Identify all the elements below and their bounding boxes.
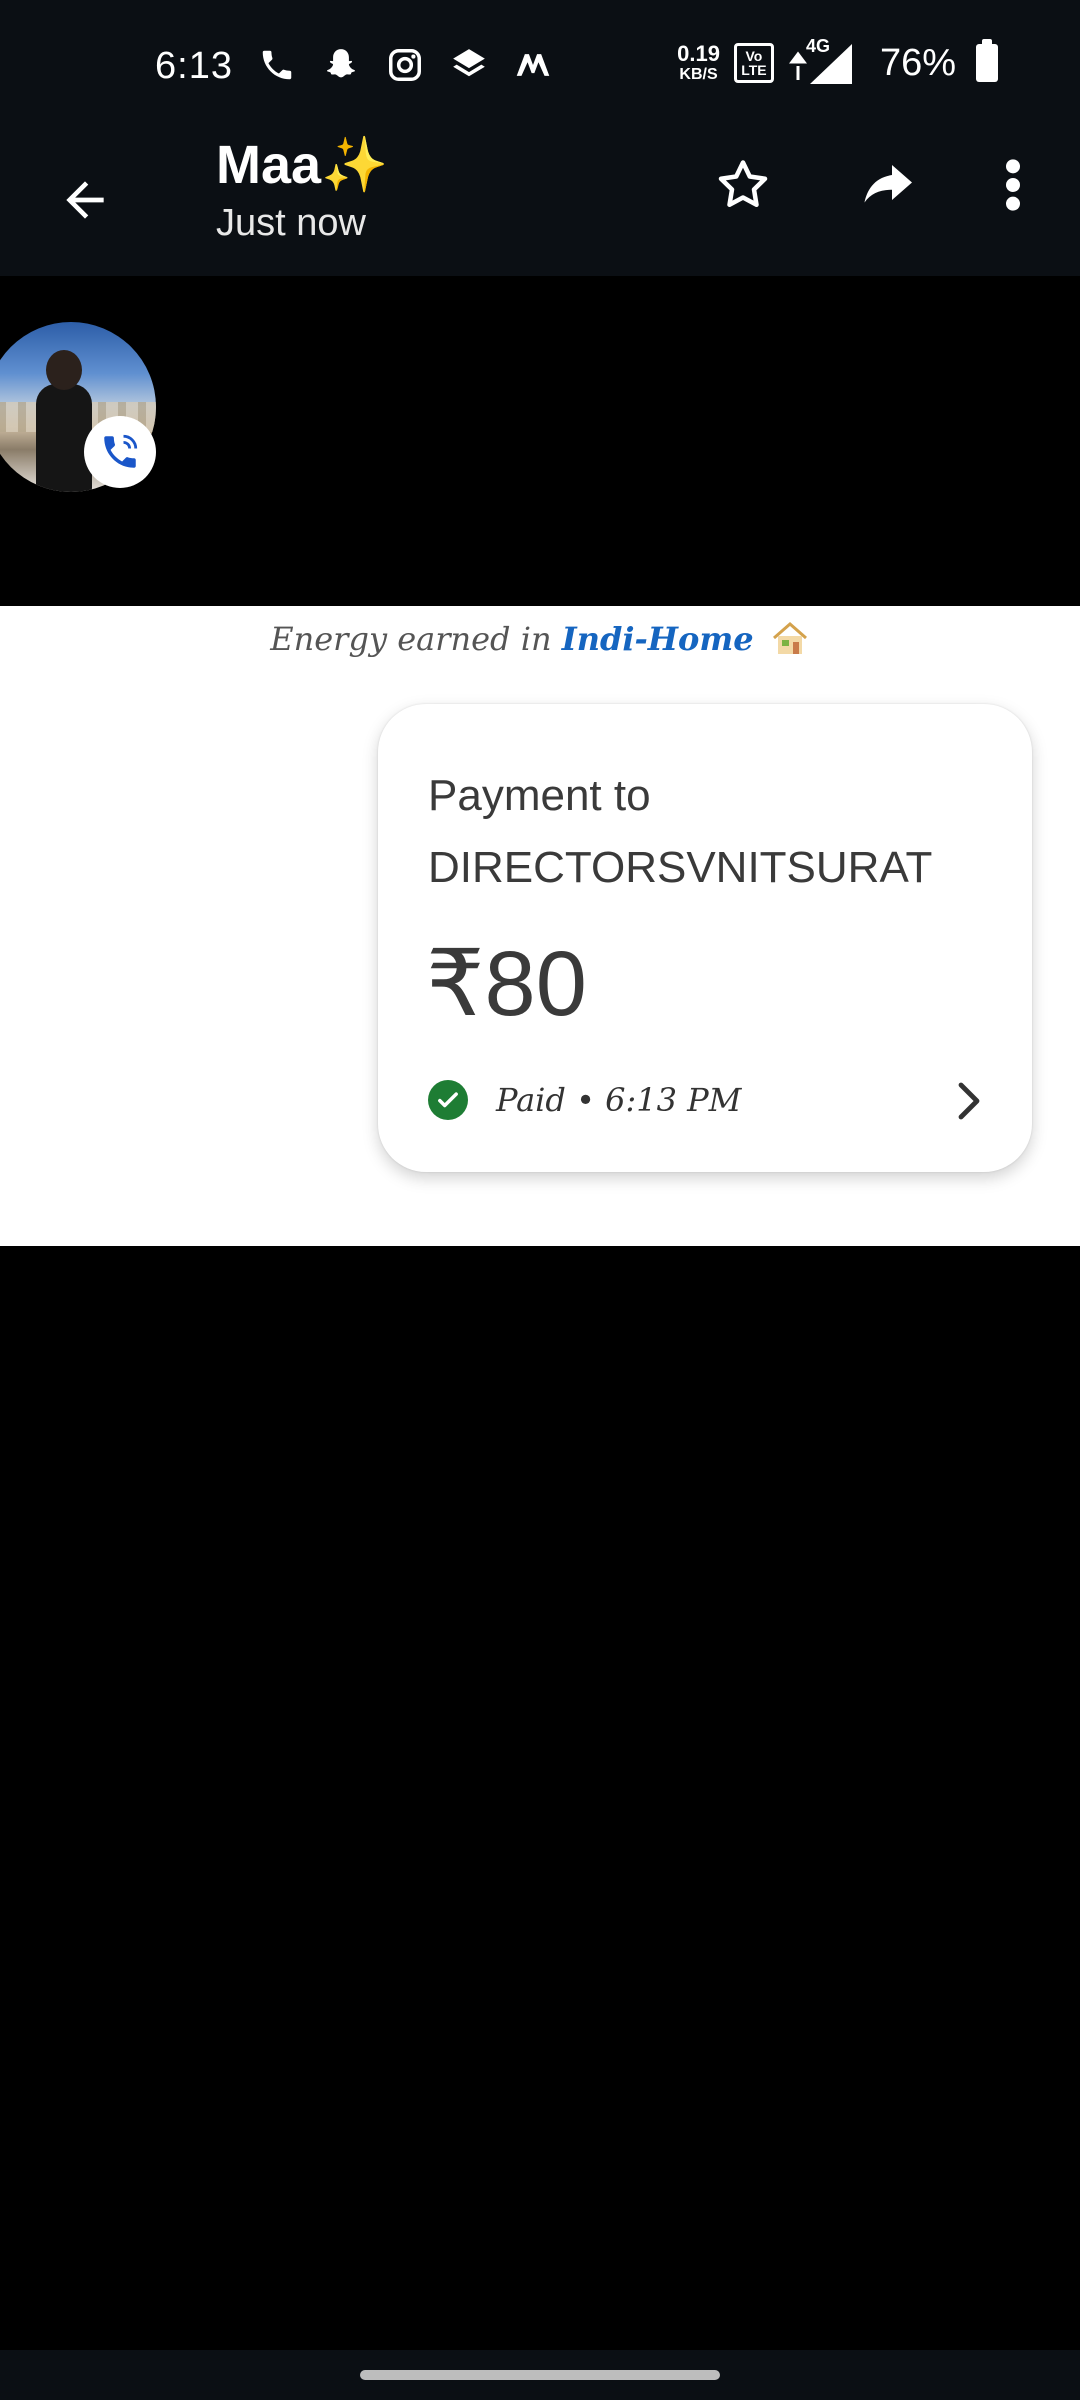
more-options-button[interactable] <box>990 150 1036 220</box>
phone-call-icon <box>104 434 138 468</box>
payment-image-message[interactable]: Energy earned in Indi-Home Payment to DI… <box>0 606 1080 1246</box>
energy-banner: Energy earned in Indi-Home <box>0 606 1080 658</box>
network-speed-value: 0.19 <box>677 41 720 66</box>
payment-title-prefix: Payment to <box>428 771 651 820</box>
snapchat-icon <box>322 46 360 84</box>
myntra-icon <box>514 46 552 84</box>
avatar-person-head <box>46 350 82 390</box>
energy-banner-brand: Indi-Home <box>561 620 754 658</box>
battery-icon <box>976 39 998 82</box>
back-arrow-icon <box>66 181 104 219</box>
signal-strength-icon: 4G <box>788 36 858 86</box>
energy-banner-text: Energy earned in <box>270 620 552 658</box>
network-speed: 0.19 KB/S <box>677 43 720 83</box>
payment-status: Paid • 6:13 PM <box>428 1080 741 1120</box>
volte-bottom-label: LTE <box>741 62 767 78</box>
check-circle-icon <box>428 1080 468 1120</box>
instagram-icon <box>386 46 424 84</box>
avatar-person <box>36 384 92 492</box>
share-button[interactable] <box>850 150 924 220</box>
payment-details-button[interactable] <box>946 1076 992 1126</box>
volte-top-label: Vo <box>745 48 763 64</box>
back-button[interactable] <box>50 165 120 235</box>
network-speed-unit: KB/S <box>679 66 718 83</box>
gesture-nav-bar <box>0 2350 1080 2400</box>
system-status-icons: 0.19 KB/S Vo LTE 4G 76% <box>677 36 998 86</box>
battery-percent: 76% <box>879 41 956 84</box>
status-time: 6:13 <box>155 45 233 87</box>
payment-card[interactable]: Payment to DIRECTORSVNITSURAT ₹80 Paid •… <box>378 704 1032 1172</box>
notification-icons <box>258 46 552 84</box>
call-badge[interactable] <box>84 416 156 488</box>
star-button[interactable] <box>708 150 778 220</box>
payment-title: Payment to DIRECTORSVNITSURAT <box>428 760 1018 904</box>
network-type: 4G <box>805 36 830 56</box>
payment-amount: ₹80 <box>426 933 587 1035</box>
star-icon <box>718 160 768 207</box>
house-icon <box>770 620 810 656</box>
chat-area[interactable] <box>0 276 1080 2350</box>
top-app-bar: Maa✨ Just now <box>0 135 1080 276</box>
home-gesture-handle[interactable] <box>360 2370 720 2380</box>
chevron-right-icon <box>958 1082 980 1120</box>
payee-name: DIRECTORSVNITSURAT <box>428 843 933 892</box>
payment-status-text: Paid • 6:13 PM <box>496 1081 742 1119</box>
more-vert-icon <box>1006 159 1020 211</box>
share-icon <box>864 165 912 203</box>
contact-name[interactable]: Maa✨ <box>216 134 388 197</box>
status-bar: 6:13 0.19 KB/S Vo LTE 4G 76% <box>0 0 1080 140</box>
layers-icon <box>450 46 488 84</box>
last-seen-status: Just now <box>216 202 366 244</box>
phone-icon <box>258 46 296 84</box>
volte-icon: Vo LTE <box>733 43 774 83</box>
